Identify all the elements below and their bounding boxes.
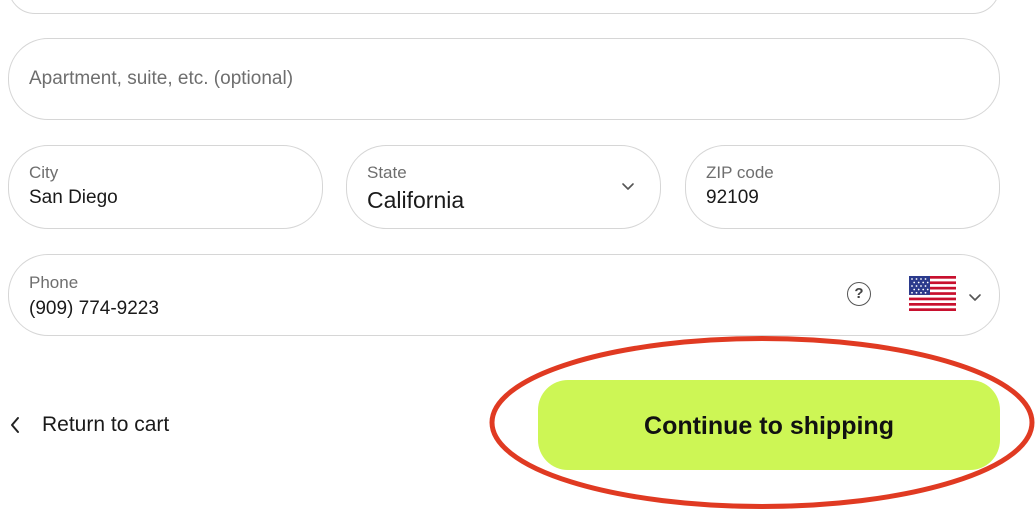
city-field[interactable]: City San Diego bbox=[8, 145, 323, 229]
return-to-cart-link[interactable]: Return to cart bbox=[8, 405, 169, 445]
state-select[interactable]: State California bbox=[346, 145, 661, 229]
apartment-placeholder: Apartment, suite, etc. (optional) bbox=[29, 68, 294, 89]
chevron-left-icon bbox=[11, 417, 19, 433]
zip-value: 92109 bbox=[706, 187, 759, 208]
continue-to-shipping-button[interactable]: Continue to shipping bbox=[538, 380, 1000, 470]
state-label: State bbox=[367, 163, 407, 182]
address-field-partial[interactable] bbox=[8, 0, 1000, 14]
phone-value: (909) 774-9223 bbox=[29, 298, 159, 319]
phone-label: Phone bbox=[29, 273, 79, 292]
state-value: California bbox=[367, 187, 465, 213]
apartment-field[interactable]: Apartment, suite, etc. (optional) bbox=[8, 38, 1000, 120]
us-flag-icon[interactable] bbox=[909, 276, 956, 311]
zip-field[interactable]: ZIP code 92109 bbox=[685, 145, 1000, 229]
return-to-cart-label: Return to cart bbox=[42, 413, 170, 436]
chevron-down-icon[interactable] bbox=[967, 289, 983, 305]
chevron-down-icon bbox=[622, 183, 634, 190]
city-label: City bbox=[29, 163, 59, 182]
zip-label: ZIP code bbox=[706, 163, 774, 182]
city-value: San Diego bbox=[29, 187, 118, 208]
help-icon[interactable]: ? bbox=[847, 282, 871, 306]
phone-field[interactable]: Phone (909) 774-9223 ? bbox=[8, 254, 1000, 336]
